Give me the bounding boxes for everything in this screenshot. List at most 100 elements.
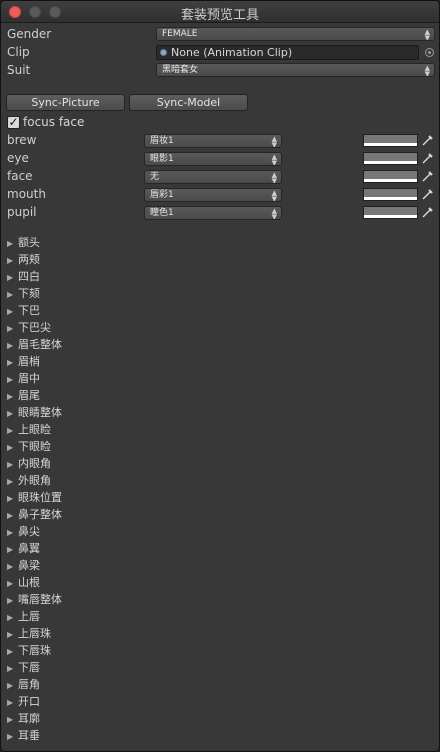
tree-item[interactable]: ▶ 眼睛整体 (7, 404, 62, 421)
tree-item[interactable]: ▶ 山根 (7, 574, 40, 591)
tree-item-label: 额头 (18, 236, 40, 249)
tree-item[interactable]: ▶ 下唇珠 (7, 642, 51, 659)
eyedropper-icon[interactable] (421, 206, 434, 219)
tree-item[interactable]: ▶ 眉梢 (7, 353, 40, 370)
foldout-triangle-icon[interactable]: ▶ (7, 732, 18, 741)
foldout-triangle-icon[interactable]: ▶ (7, 511, 18, 520)
tree-item[interactable]: ▶ 上唇 (7, 608, 40, 625)
tree-item[interactable]: ▶ 鼻子整体 (7, 506, 62, 523)
foldout-triangle-icon[interactable]: ▶ (7, 647, 18, 656)
tree-item[interactable]: ▶ 耳垂 (7, 727, 40, 744)
tree-item[interactable]: ▶ 外眼角 (7, 472, 51, 489)
gender-value: FEMALE (162, 29, 198, 39)
color-swatch[interactable] (363, 152, 418, 165)
tree-item[interactable]: ▶ 耳廓 (7, 710, 40, 727)
object-picker-icon[interactable] (425, 48, 434, 57)
tree-item[interactable]: ▶ 唇角 (7, 676, 40, 693)
sync-picture-button[interactable]: Sync-Picture (6, 94, 125, 111)
foldout-triangle-icon[interactable]: ▶ (7, 392, 18, 401)
foldout-triangle-icon[interactable]: ▶ (7, 358, 18, 367)
foldout-triangle-icon[interactable]: ▶ (7, 664, 18, 673)
gender-dropdown[interactable]: FEMALE ▲ ▼ (156, 27, 435, 41)
color-swatch[interactable] (363, 188, 418, 201)
color-swatch[interactable] (363, 206, 418, 219)
eyedropper-icon[interactable] (421, 170, 434, 183)
eyedropper-icon[interactable] (421, 188, 434, 201)
foldout-triangle-icon[interactable]: ▶ (7, 630, 18, 639)
tree-item[interactable]: ▶ 眉中 (7, 370, 40, 387)
foldout-triangle-icon[interactable]: ▶ (7, 545, 18, 554)
foldout-triangle-icon[interactable]: ▶ (7, 460, 18, 469)
suit-dropdown[interactable]: 黑暗套女 ▲ ▼ (156, 63, 435, 77)
tree-item[interactable]: ▶ 两颊 (7, 251, 40, 268)
tree-item[interactable]: ▶ 四白 (7, 268, 40, 285)
foldout-triangle-icon[interactable]: ▶ (7, 681, 18, 690)
face-row-value: 眼影1 (150, 154, 174, 164)
foldout-triangle-icon[interactable]: ▶ (7, 443, 18, 452)
tree-item-label: 鼻尖 (18, 525, 40, 538)
tree-item[interactable]: ▶ 嘴唇整体 (7, 591, 62, 608)
tree-item-label: 眉尾 (18, 389, 40, 402)
foldout-triangle-icon[interactable]: ▶ (7, 256, 18, 265)
focus-face-checkbox[interactable]: ✓ (7, 116, 20, 129)
foldout-triangle-icon[interactable]: ▶ (7, 341, 18, 350)
face-row-dropdown[interactable]: 眉妆1 ▲ ▼ (144, 134, 282, 148)
foldout-triangle-icon[interactable]: ▶ (7, 239, 18, 248)
foldout-triangle-icon[interactable]: ▶ (7, 596, 18, 605)
tree-item[interactable]: ▶ 鼻翼 (7, 540, 40, 557)
foldout-triangle-icon[interactable]: ▶ (7, 579, 18, 588)
face-row-value: 唇彩1 (150, 190, 174, 200)
foldout-triangle-icon[interactable]: ▶ (7, 324, 18, 333)
foldout-triangle-icon[interactable]: ▶ (7, 528, 18, 537)
color-swatch[interactable] (363, 134, 418, 147)
tree-item[interactable]: ▶ 上唇珠 (7, 625, 51, 642)
tree-item[interactable]: ▶ 额头 (7, 234, 40, 251)
tree-item-label: 下巴 (18, 304, 40, 317)
clip-object-field[interactable]: None (Animation Clip) (156, 45, 419, 60)
foldout-triangle-icon[interactable]: ▶ (7, 273, 18, 282)
tree-item-label: 眉毛整体 (18, 338, 62, 351)
tree-item[interactable]: ▶ 上眼睑 (7, 421, 51, 438)
tree-item[interactable]: ▶ 下颏 (7, 285, 40, 302)
gender-label: Gender (7, 27, 52, 41)
tree-item[interactable]: ▶ 眉尾 (7, 387, 40, 404)
face-row-dropdown[interactable]: 瞳色1 ▲ ▼ (144, 206, 282, 220)
color-swatch[interactable] (363, 170, 418, 183)
tree-item[interactable]: ▶ 鼻尖 (7, 523, 40, 540)
face-row-value: 眉妆1 (150, 136, 174, 146)
face-row-dropdown[interactable]: 无 ▲ ▼ (144, 170, 282, 184)
tree-item-label: 上唇 (18, 610, 40, 623)
tree-item[interactable]: ▶ 下巴尖 (7, 319, 51, 336)
foldout-triangle-icon[interactable]: ▶ (7, 562, 18, 571)
tree-item[interactable]: ▶ 开口 (7, 693, 40, 710)
tree-item-label: 两颊 (18, 253, 40, 266)
sync-model-button[interactable]: Sync-Model (129, 94, 248, 111)
foldout-triangle-icon[interactable]: ▶ (7, 290, 18, 299)
tree-item-label: 嘴唇整体 (18, 593, 62, 606)
tree-item[interactable]: ▶ 眉毛整体 (7, 336, 62, 353)
tree-item[interactable]: ▶ 眼珠位置 (7, 489, 62, 506)
eyedropper-icon[interactable] (421, 152, 434, 165)
foldout-triangle-icon[interactable]: ▶ (7, 477, 18, 486)
clip-value: None (Animation Clip) (171, 46, 293, 59)
tree-item-label: 下巴尖 (18, 321, 51, 334)
foldout-triangle-icon[interactable]: ▶ (7, 715, 18, 724)
tree-item[interactable]: ▶ 内眼角 (7, 455, 51, 472)
tree-item[interactable]: ▶ 下唇 (7, 659, 40, 676)
foldout-triangle-icon[interactable]: ▶ (7, 409, 18, 418)
foldout-triangle-icon[interactable]: ▶ (7, 698, 18, 707)
object-dot-icon (160, 49, 167, 56)
foldout-triangle-icon[interactable]: ▶ (7, 426, 18, 435)
face-row-dropdown[interactable]: 唇彩1 ▲ ▼ (144, 188, 282, 202)
focus-face-label: focus face (23, 115, 85, 129)
foldout-triangle-icon[interactable]: ▶ (7, 375, 18, 384)
foldout-triangle-icon[interactable]: ▶ (7, 494, 18, 503)
foldout-triangle-icon[interactable]: ▶ (7, 307, 18, 316)
foldout-triangle-icon[interactable]: ▶ (7, 613, 18, 622)
tree-item-label: 开口 (18, 695, 40, 708)
eyedropper-icon[interactable] (421, 134, 434, 147)
tree-item[interactable]: ▶ 下巴 (7, 302, 40, 319)
face-row-dropdown[interactable]: 眼影1 ▲ ▼ (144, 152, 282, 166)
tree-item[interactable]: ▶ 下眼睑 (7, 438, 51, 455)
tree-item[interactable]: ▶ 鼻梁 (7, 557, 40, 574)
